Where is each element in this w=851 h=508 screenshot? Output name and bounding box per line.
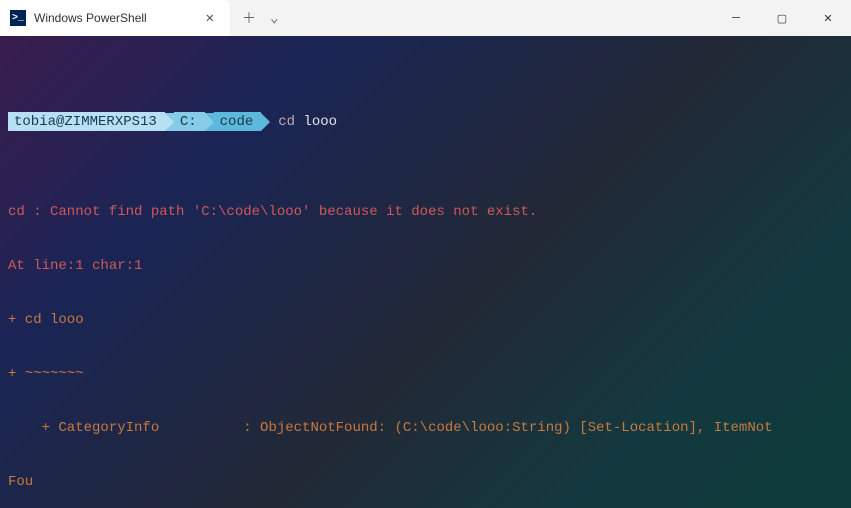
tab-title: Windows PowerShell	[34, 11, 194, 25]
minimize-button[interactable]: ─	[713, 0, 759, 36]
error-output: + cd looo	[8, 311, 843, 329]
error-output: + ~~~~~~~	[8, 365, 843, 383]
command-text: cd looo	[270, 113, 337, 131]
close-button[interactable]: ✕	[805, 0, 851, 36]
prompt-user-seg: tobia@ZIMMERXPS13	[8, 112, 165, 131]
new-tab-button[interactable]: ＋	[242, 8, 256, 28]
tab-actions: ＋ ⌄	[230, 0, 290, 36]
tab-close-button[interactable]: ✕	[202, 8, 218, 29]
window-controls: ─ ▢ ✕	[713, 0, 851, 36]
powershell-icon: >_	[10, 10, 26, 26]
chevron-icon	[261, 113, 270, 131]
error-output: cd : Cannot find path 'C:\code\looo' bec…	[8, 203, 843, 221]
error-output: + CategoryInfo : ObjectNotFound: (C:\cod…	[8, 419, 843, 437]
chevron-icon	[205, 113, 214, 131]
terminal-pane[interactable]: tobia@ZIMMERXPS13 C: code cd looo cd : C…	[0, 36, 851, 508]
error-output: At line:1 char:1	[8, 257, 843, 275]
error-output: Fou	[8, 473, 843, 491]
tab-dropdown-button[interactable]: ⌄	[270, 10, 278, 27]
chevron-icon	[165, 113, 174, 131]
tab-powershell[interactable]: >_ Windows PowerShell ✕	[0, 0, 230, 36]
titlebar[interactable]: >_ Windows PowerShell ✕ ＋ ⌄ ─ ▢ ✕	[0, 0, 851, 36]
window-frame: >_ Windows PowerShell ✕ ＋ ⌄ ─ ▢ ✕ tobia@…	[0, 0, 851, 508]
prompt-path-seg: code	[214, 112, 262, 131]
prompt-drive-seg: C:	[174, 112, 205, 131]
prompt-line: tobia@ZIMMERXPS13 C: code cd looo	[8, 112, 843, 131]
maximize-button[interactable]: ▢	[759, 0, 805, 36]
